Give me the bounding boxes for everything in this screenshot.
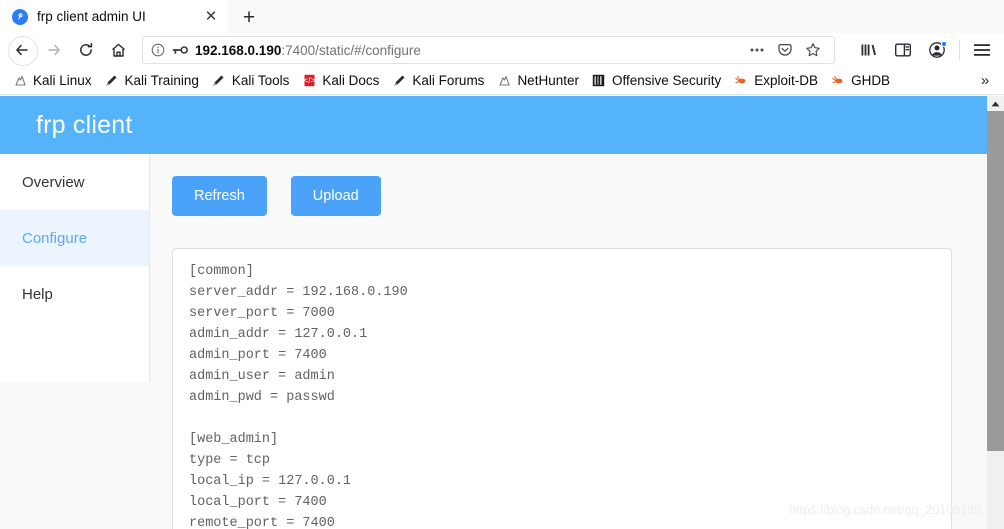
svg-text:</>: </> bbox=[304, 76, 316, 85]
main-content: Refresh Upload [common] server_addr = 19… bbox=[150, 154, 987, 529]
star-icon[interactable] bbox=[800, 38, 826, 62]
sidebar-item-label: Help bbox=[22, 285, 53, 303]
pocket-icon[interactable] bbox=[772, 38, 798, 62]
bookmark-kali-docs[interactable]: </> Kali Docs bbox=[295, 71, 385, 91]
home-button[interactable] bbox=[102, 35, 134, 65]
browser-toolbar-right bbox=[841, 35, 998, 65]
hamburger-menu-icon[interactable] bbox=[966, 35, 998, 65]
bookmark-label: NetHunter bbox=[517, 73, 579, 88]
bookmark-label: Exploit-DB bbox=[754, 73, 819, 88]
bookmark-offensive-security[interactable]: Offensive Security bbox=[585, 71, 727, 91]
page-title: frp client bbox=[36, 110, 133, 139]
bookmark-exploit-db[interactable]: Exploit-DB bbox=[727, 71, 824, 91]
app-body: Overview Configure Help Refresh Upload [… bbox=[0, 154, 987, 529]
sidebar: Overview Configure Help bbox=[0, 154, 150, 382]
bookmark-label: Kali Docs bbox=[322, 73, 380, 88]
back-button[interactable] bbox=[6, 35, 38, 66]
url-path: :7400/static/#/configure bbox=[281, 42, 421, 58]
bookmark-label: Kali Forums bbox=[412, 73, 485, 88]
account-icon[interactable] bbox=[921, 35, 953, 65]
tab-strip: frp client admin UI ✕ + bbox=[0, 0, 1004, 33]
close-icon[interactable]: ✕ bbox=[202, 8, 220, 26]
tab-title: frp client admin UI bbox=[37, 9, 146, 24]
new-tab-button[interactable]: + bbox=[233, 2, 265, 32]
bookmarks-bar: Kali Linux Kali Training Kali Tools </> … bbox=[0, 67, 1004, 95]
browser-tab[interactable]: frp client admin UI ✕ bbox=[0, 0, 228, 33]
browser-window: frp client admin UI ✕ + 192.168.0.190:74… bbox=[0, 0, 1004, 529]
frp-favicon bbox=[12, 8, 28, 25]
app-header: frp client bbox=[0, 96, 987, 154]
bookmark-label: Offensive Security bbox=[611, 73, 722, 88]
kali-docs-icon: </> bbox=[301, 73, 317, 89]
sidebar-icon[interactable] bbox=[887, 35, 919, 65]
sidebar-item-overview[interactable]: Overview bbox=[0, 154, 149, 210]
kali-dragon-icon bbox=[12, 73, 28, 89]
page-scrollbar[interactable] bbox=[987, 96, 1004, 529]
forward-button[interactable] bbox=[38, 35, 70, 65]
action-button-row: Refresh Upload bbox=[172, 176, 987, 216]
kali-tool-icon bbox=[211, 73, 227, 89]
scroll-up-arrow-icon[interactable] bbox=[987, 96, 1004, 111]
sidebar-item-label: Overview bbox=[22, 173, 85, 191]
info-icon[interactable] bbox=[151, 43, 165, 57]
page-viewport: frp client Overview Configure Help Refre… bbox=[0, 96, 1004, 529]
url-text[interactable]: 192.168.0.190:7400/static/#/configure bbox=[195, 43, 737, 58]
bookmarks-overflow-button[interactable]: » bbox=[972, 69, 998, 93]
config-text: [common] server_addr = 192.168.0.190 ser… bbox=[189, 264, 408, 529]
offsec-icon bbox=[591, 73, 607, 89]
kali-tool-icon bbox=[104, 73, 120, 89]
exploitdb-icon bbox=[830, 73, 846, 89]
kali-tool-icon bbox=[391, 73, 407, 89]
bookmark-kali-forums[interactable]: Kali Forums bbox=[385, 71, 490, 91]
refresh-button[interactable]: Refresh bbox=[172, 176, 267, 216]
bookmark-kali-tools[interactable]: Kali Tools bbox=[205, 71, 296, 91]
bookmark-nethunter[interactable]: NetHunter bbox=[490, 71, 585, 91]
library-icon[interactable] bbox=[853, 35, 885, 65]
reload-button[interactable] bbox=[70, 35, 102, 65]
bookmark-label: Kali Training bbox=[124, 73, 199, 88]
url-action-group bbox=[744, 38, 826, 62]
toolbar-divider bbox=[959, 40, 960, 60]
sidebar-item-label: Configure bbox=[22, 229, 88, 247]
key-icon[interactable] bbox=[172, 44, 188, 56]
upload-button[interactable]: Upload bbox=[290, 176, 381, 216]
navigation-toolbar: 192.168.0.190:7400/static/#/configure bbox=[0, 33, 1004, 67]
bookmark-label: Kali Linux bbox=[33, 73, 92, 88]
bookmark-label: Kali Tools bbox=[231, 73, 290, 88]
sidebar-item-configure[interactable]: Configure bbox=[0, 210, 149, 266]
url-host: 192.168.0.190 bbox=[195, 42, 282, 58]
scrollbar-thumb[interactable] bbox=[987, 111, 1004, 451]
exploitdb-icon bbox=[733, 73, 749, 89]
sidebar-item-help[interactable]: Help bbox=[0, 266, 149, 322]
kali-dragon-icon bbox=[496, 73, 512, 89]
bookmark-kali-linux[interactable]: Kali Linux bbox=[6, 71, 98, 91]
bookmark-ghdb[interactable]: GHDB bbox=[824, 71, 896, 91]
bookmark-label: GHDB bbox=[851, 73, 891, 88]
ellipsis-icon[interactable] bbox=[744, 38, 770, 62]
account-notification-dot bbox=[941, 41, 947, 47]
url-bar[interactable]: 192.168.0.190:7400/static/#/configure bbox=[142, 36, 835, 64]
bookmark-kali-training[interactable]: Kali Training bbox=[98, 71, 205, 91]
config-textarea[interactable]: [common] server_addr = 192.168.0.190 ser… bbox=[172, 248, 952, 529]
frp-client-app: frp client Overview Configure Help Refre… bbox=[0, 96, 987, 529]
